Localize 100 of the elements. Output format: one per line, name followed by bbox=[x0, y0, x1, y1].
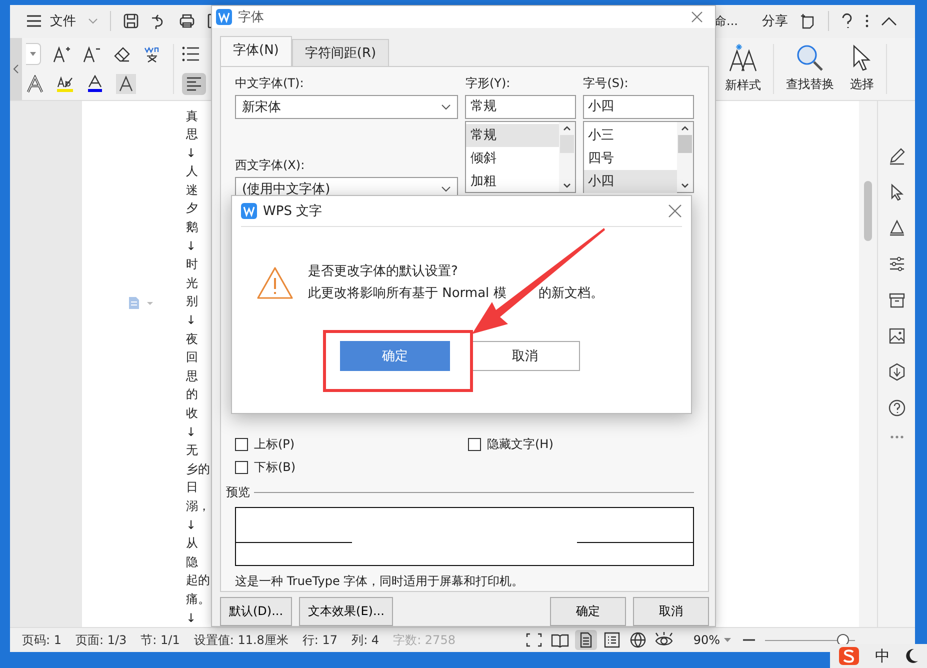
document-tab[interactable]: 命... bbox=[714, 12, 738, 30]
collapse-icon[interactable] bbox=[881, 16, 897, 26]
page-view-icon[interactable] bbox=[575, 630, 598, 650]
find-replace-button[interactable]: 查找替换 bbox=[786, 76, 834, 94]
new-style-button[interactable]: 新样式 bbox=[725, 77, 761, 94]
dialog-tab[interactable]: 字符间距(R) bbox=[292, 39, 390, 66]
chevron-left-icon[interactable] bbox=[13, 64, 19, 74]
help-icon[interactable] bbox=[888, 398, 906, 416]
search-icon[interactable] bbox=[796, 44, 824, 72]
font-shrink-icon[interactable] bbox=[83, 44, 101, 63]
ime-language-indicator[interactable]: 中 bbox=[874, 646, 890, 666]
shapes-icon[interactable] bbox=[888, 218, 906, 236]
status-item: 页面: 1/3 bbox=[76, 632, 127, 649]
dialog-title: WPS 文字 bbox=[263, 203, 322, 220]
document-text: ↓ bbox=[186, 144, 196, 162]
bullet-list-icon[interactable] bbox=[182, 46, 200, 62]
scroll-down-icon[interactable] bbox=[680, 183, 689, 188]
save-icon[interactable] bbox=[123, 13, 139, 30]
moon-icon[interactable] bbox=[905, 648, 920, 664]
ok-button[interactable]: 确定 bbox=[550, 597, 626, 626]
new-style-icon[interactable] bbox=[728, 43, 758, 74]
font-size-list[interactable]: 小三 四号 小四 bbox=[583, 121, 694, 193]
pinyin-guide-icon[interactable] bbox=[143, 44, 161, 63]
align-left-icon[interactable] bbox=[182, 72, 206, 95]
print-icon[interactable] bbox=[179, 13, 195, 30]
field-label: 西文字体(X): bbox=[235, 157, 306, 174]
cursor-icon[interactable] bbox=[851, 44, 873, 72]
document-text: 光 bbox=[186, 274, 198, 292]
document-text: ↓ bbox=[186, 312, 196, 330]
list-option[interactable]: 加粗 bbox=[466, 170, 560, 193]
select-button[interactable]: 选择 bbox=[850, 76, 874, 94]
chinese-font-dropdown[interactable]: 新宋体 bbox=[235, 95, 458, 119]
caret-icon[interactable] bbox=[30, 52, 36, 56]
scroll-up-icon[interactable] bbox=[563, 126, 572, 131]
font-style-field[interactable]: 常规 bbox=[465, 95, 576, 119]
document-text: 夜 bbox=[186, 330, 198, 348]
scrollbar-thumb[interactable] bbox=[678, 135, 692, 153]
document-text: 人 bbox=[186, 163, 198, 180]
field-label: 字号(S): bbox=[583, 75, 630, 92]
list-option[interactable]: 小四 bbox=[584, 170, 677, 193]
warning-icon bbox=[256, 266, 294, 300]
chevron-down-icon[interactable] bbox=[441, 104, 452, 110]
scroll-down-icon[interactable] bbox=[563, 183, 572, 188]
list-option[interactable]: 常规 bbox=[466, 124, 560, 147]
list-option[interactable]: 小三 bbox=[584, 124, 677, 147]
sliders-icon[interactable] bbox=[888, 254, 906, 272]
message-text: 是否更改字体的默认设置? bbox=[308, 263, 459, 281]
checkbox[interactable]: 上标(P) bbox=[235, 436, 468, 453]
image-icon[interactable] bbox=[888, 326, 906, 344]
scroll-up-icon[interactable] bbox=[680, 126, 689, 131]
status-item: 页码: 1 bbox=[22, 632, 62, 649]
scrollbar-thumb[interactable] bbox=[864, 180, 872, 240]
document-text: ↓ bbox=[186, 610, 196, 627]
cancel-button[interactable]: 取消 bbox=[633, 597, 709, 626]
document-text: 乡的 bbox=[186, 460, 210, 478]
close-icon[interactable] bbox=[668, 204, 682, 218]
zoom-dropdown[interactable]: 90% bbox=[693, 633, 720, 648]
status-item: 设置值: 11.8厘米 bbox=[194, 632, 288, 649]
scrollbar-thumb[interactable] bbox=[560, 135, 574, 153]
caret-icon[interactable] bbox=[724, 638, 731, 642]
font-style-list[interactable]: 常规 倾斜 加粗 bbox=[465, 121, 576, 193]
dialog-button[interactable]: 文本效果(E)... bbox=[299, 597, 394, 626]
text-effect-icon[interactable] bbox=[26, 74, 44, 93]
zoom-out-icon[interactable] bbox=[743, 639, 755, 642]
confirm-button[interactable]: 确定 bbox=[340, 341, 450, 371]
input-method-icon[interactable] bbox=[838, 646, 860, 666]
dialog-tab[interactable]: 字体(N) bbox=[220, 36, 292, 66]
archive-icon[interactable] bbox=[888, 290, 906, 308]
cancel-button[interactable]: 取消 bbox=[470, 341, 580, 371]
document-text: 思 bbox=[186, 126, 198, 144]
checkbox[interactable]: 隐藏文字(H) bbox=[468, 436, 694, 453]
more-icon[interactable] bbox=[865, 13, 869, 30]
preview-note: 这是一种 TrueType 字体，同时适用于屏幕和打印机。 bbox=[235, 573, 525, 590]
document-text: ↓ bbox=[186, 424, 196, 441]
font-size-dropdown[interactable] bbox=[26, 42, 41, 65]
pen-icon[interactable] bbox=[888, 146, 906, 164]
checkbox[interactable]: 下标(B) bbox=[235, 459, 468, 476]
eraser-icon[interactable] bbox=[113, 44, 131, 63]
font-color-icon[interactable] bbox=[86, 74, 104, 93]
list-option[interactable]: 倾斜 bbox=[466, 147, 560, 170]
document-text: 时 bbox=[186, 256, 198, 274]
list-option[interactable]: 四号 bbox=[584, 147, 677, 170]
dialog-button[interactable]: 默认(D)... bbox=[220, 597, 292, 626]
document-text: 的 bbox=[186, 386, 198, 404]
message-text: 的新文档。 bbox=[538, 285, 604, 303]
highlighter-icon[interactable] bbox=[56, 74, 74, 93]
document-text: 回 bbox=[186, 349, 198, 366]
document-text: 迷 bbox=[186, 182, 198, 199]
chevron-down-icon[interactable] bbox=[441, 186, 452, 192]
document-text: 痛。 bbox=[186, 590, 210, 608]
font-size-field[interactable]: 小四 bbox=[583, 95, 694, 119]
help-icon[interactable] bbox=[841, 13, 853, 30]
close-icon[interactable] bbox=[691, 11, 703, 23]
note-icon[interactable] bbox=[800, 13, 816, 30]
document-text: 真 bbox=[186, 108, 198, 124]
share-button[interactable]: 分享 bbox=[762, 12, 788, 30]
file-menu[interactable]: 文件 bbox=[50, 12, 76, 30]
font-grow-icon[interactable] bbox=[53, 44, 71, 63]
menu-icon[interactable] bbox=[26, 14, 42, 28]
hexagon-icon[interactable] bbox=[888, 362, 906, 380]
